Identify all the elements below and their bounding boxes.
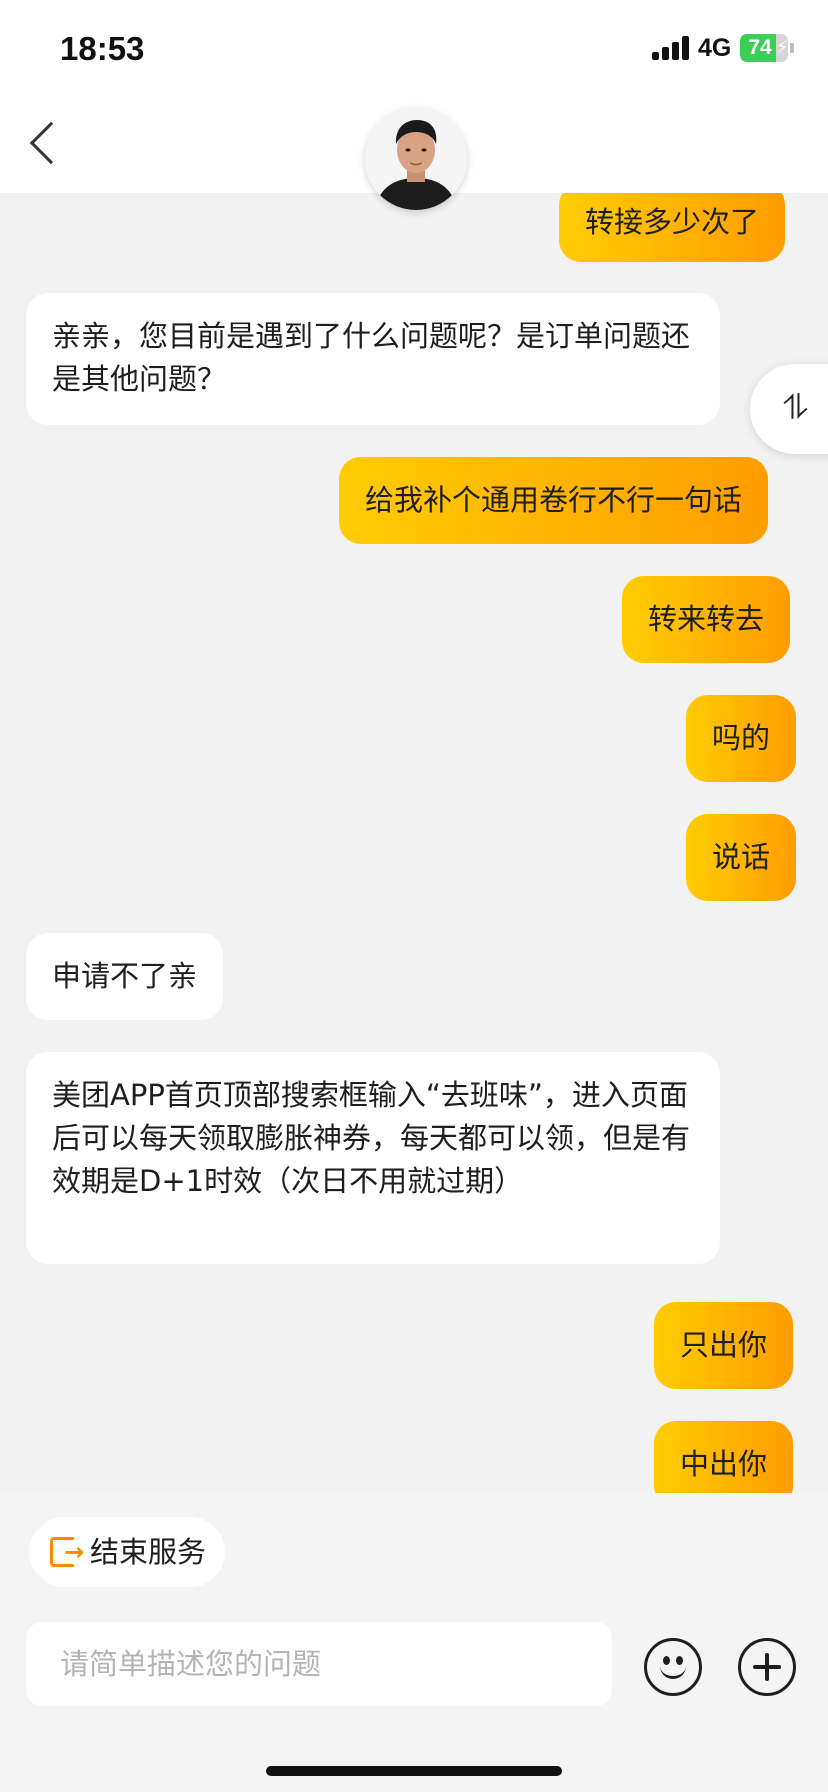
avatar-image — [365, 108, 467, 210]
signal-icon — [652, 36, 690, 60]
swap-vertical-icon[interactable]: ⥮ — [783, 388, 808, 428]
status-bar: 18:53 4G 74 ⚡ — [0, 0, 828, 100]
plus-circle-icon[interactable] — [738, 1638, 796, 1696]
battery-icon: 74 ⚡ — [740, 34, 788, 62]
battery-cap — [790, 43, 794, 53]
message-bubble-outgoing[interactable]: 中出你 — [654, 1421, 794, 1493]
message-bubble-incoming[interactable]: 亲亲，您目前是遇到了什么问题呢？是订单问题还是其他问题？ — [26, 293, 720, 425]
network-type: 4G — [698, 34, 732, 62]
smiley-icon[interactable] — [644, 1638, 702, 1696]
message-bubble-outgoing[interactable]: 吗的 — [686, 695, 797, 782]
message-bubble-incoming[interactable]: 申请不了亲 — [26, 933, 224, 1020]
battery-level: 74 — [748, 36, 772, 59]
message-input[interactable] — [26, 1622, 612, 1706]
charging-bolt-icon: ⚡ — [776, 37, 788, 58]
chat-message-list[interactable]: 转接多少次了 亲亲，您目前是遇到了什么问题呢？是订单问题还是其他问题？ 给我补个… — [0, 193, 828, 1493]
agent-avatar[interactable] — [365, 108, 467, 210]
message-bubble-outgoing[interactable]: 说话 — [686, 814, 797, 901]
exit-arrow-icon: → — [64, 1538, 85, 1566]
message-bubble-outgoing[interactable]: 转来转去 — [622, 576, 791, 663]
status-time: 18:53 — [60, 30, 145, 67]
message-bubble-outgoing[interactable]: 给我补个通用卷行不行一句话 — [339, 457, 769, 544]
message-bubble-outgoing[interactable]: 转接多少次了 — [559, 193, 786, 262]
message-bubble-outgoing[interactable]: 只出你 — [654, 1302, 794, 1389]
end-service-label[interactable]: 结束服务 — [90, 1532, 206, 1572]
message-bubble-incoming[interactable]: 美团APP首页顶部搜索框输入“去班味”，进入页面后可以每天领取膨胀神券，每天都可… — [26, 1052, 720, 1264]
home-indicator[interactable] — [266, 1766, 562, 1776]
